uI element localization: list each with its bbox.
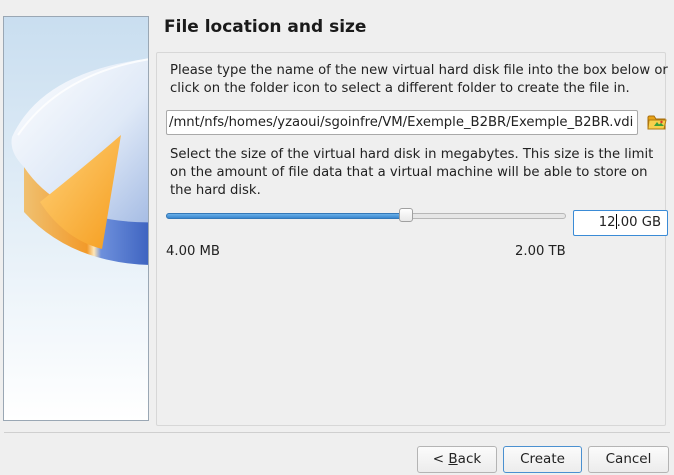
page-title: File location and size	[164, 17, 367, 37]
size-description: Select the size of the virtual hard disk…	[170, 147, 654, 198]
create-button[interactable]: Create	[503, 446, 582, 473]
file-location-group	[156, 52, 666, 426]
back-button[interactable]: < Back	[417, 446, 497, 473]
button-separator	[4, 432, 670, 433]
back-mnemonic: B	[448, 451, 458, 467]
folder-open-icon	[647, 115, 667, 130]
create-virtual-hard-disk-dialog: File location and size Please type the n…	[0, 0, 674, 475]
choose-folder-button[interactable]	[646, 111, 668, 133]
slider-min-label: 4.00 MB	[166, 244, 220, 259]
disk-size-input[interactable]: 12.00 GB	[573, 210, 668, 236]
hard-disk-illustration	[11, 58, 148, 265]
size-value-part1: 12	[598, 215, 616, 230]
slider-fill	[166, 213, 406, 219]
slider-handle[interactable]	[399, 208, 413, 222]
back-label-rest: ack	[457, 451, 482, 467]
back-prefix: <	[432, 451, 449, 467]
size-value-part2: .00 GB	[616, 215, 661, 230]
wizard-side-image	[3, 16, 149, 421]
cancel-button[interactable]: Cancel	[588, 446, 669, 473]
slider-max-label: 2.00 TB	[515, 244, 566, 259]
file-path-input[interactable]: /mnt/nfs/homes/yzaoui/sgoinfre/VM/Exempl…	[166, 110, 638, 135]
file-path-value: /mnt/nfs/homes/yzaoui/sgoinfre/VM/Exempl…	[169, 115, 634, 130]
location-description: Please type the name of the new virtual …	[170, 63, 668, 96]
disk-size-slider[interactable]	[166, 207, 566, 225]
